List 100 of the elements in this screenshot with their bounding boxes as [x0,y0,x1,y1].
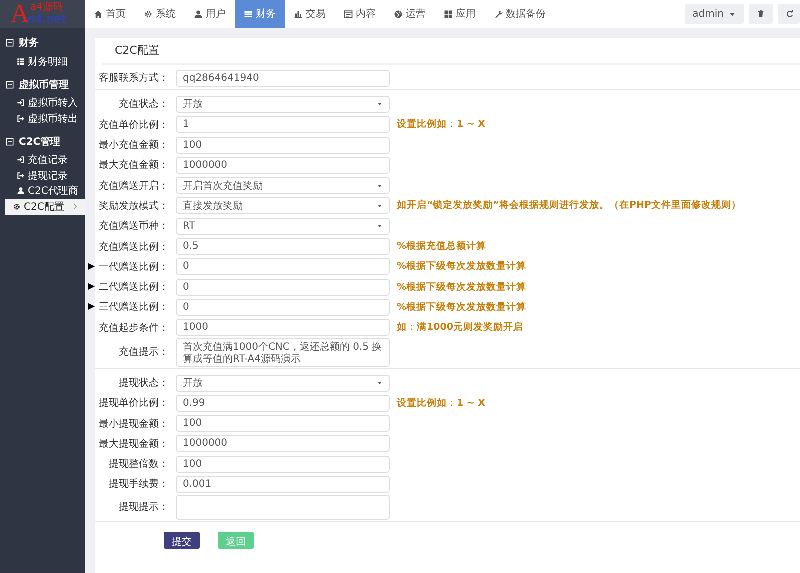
nav-tab[interactable]: 用户 [185,0,235,28]
input-field[interactable]: 0 [176,258,390,276]
input-field[interactable]: 0.99 [176,394,390,412]
caret-icon [377,101,383,108]
field-label: 客服联系方式： [99,72,169,86]
sidebar-item[interactable]: 财务明细 [0,54,85,70]
user-icon [17,187,25,196]
sign-out-icon [17,172,25,180]
input-field[interactable]: 1000000 [176,435,390,452]
input-field[interactable]: 1 [176,116,390,134]
input-field[interactable]: 100 [176,456,390,473]
field-label: 最小充值金额： [99,138,169,152]
nav-tab[interactable]: 应用 [435,0,485,28]
user-menu-button[interactable]: admin [684,4,744,24]
nav-tab[interactable]: 内容 [335,0,385,28]
field-label: 提现整倍数： [109,458,169,472]
select-field[interactable]: RT [176,218,390,235]
textarea-field[interactable] [176,494,390,520]
expand-marker[interactable]: ▶ [88,282,95,292]
input-field[interactable]: 1000000 [176,156,390,174]
caret-icon [377,380,383,386]
field-label: 最大提现金额： [99,438,169,451]
logo-text: a4源码 [30,3,64,13]
field-hint: 如：满1000元则发奖励开启 [397,321,524,334]
sign-in-icon [17,156,25,164]
nav-tab[interactable]: 运营 [385,0,435,28]
sidebar-item[interactable]: C2C配置 [5,199,85,214]
field-label: 奖励发放模式： [99,200,169,213]
logo-domain: n4.net [28,13,66,25]
select-field[interactable]: 开放 [176,96,390,113]
caret-icon [377,202,383,209]
clear-cache-button[interactable] [749,4,773,24]
nav-tab[interactable]: 系统 [135,0,185,28]
wrench-icon [494,10,503,18]
sidebar-item[interactable]: 虚拟币转入 [0,96,85,111]
window-icon [344,10,353,18]
field-label: 充值赠送开启： [99,180,169,193]
sidebar-item[interactable]: 虚拟币转出 [0,111,85,126]
gear-icon [144,10,153,18]
house-icon [94,10,103,18]
nav-tab[interactable]: 首页 [85,0,135,28]
expand-marker[interactable]: ▶ [88,262,95,272]
chevron-icon [72,203,79,210]
trash-icon [757,10,765,18]
refresh-icon [786,10,794,18]
sidebar-item[interactable]: 提现记录 [0,168,85,184]
caret-icon [729,10,736,18]
input-field[interactable]: 0.5 [176,238,390,256]
user-icon [194,10,203,18]
field-label: 提现单价比例： [99,396,169,410]
collapse-icon [6,39,14,47]
field-label: 最大充值金额： [99,158,169,172]
sidebar-group[interactable]: 虚拟币管理 [0,74,85,96]
field-label: 充值状态： [119,98,169,112]
input-field[interactable]: 0.001 [176,476,390,493]
field-hint: 如开启“锁定发放奖励”将会根据规则进行发放。（在PHP文件里面修改规则） [397,199,742,212]
gear-icon [13,202,21,211]
select-field[interactable]: 开启首次充值奖励 [176,177,390,194]
card-title: C2C配置 [102,43,800,65]
field-label: 三代赠送比例： [99,300,169,314]
collapse-icon [6,80,14,88]
sidebar-item[interactable]: 充值记录 [0,152,85,168]
logo-letter: A [10,1,30,27]
input-field[interactable]: 100 [176,136,390,154]
input-field[interactable]: 0 [176,298,390,316]
expand-marker[interactable]: ▶ [88,302,95,312]
field-label: 充值提示： [119,346,169,360]
field-label: 提现提示： [119,501,169,514]
submit-button[interactable]: 提交 [164,532,200,549]
input-field[interactable]: 100 [176,415,390,432]
field-hint: %根据下级每次发放数量计算 [397,300,528,314]
refresh-button[interactable] [778,4,800,24]
caret-icon [377,223,383,230]
sign-in-icon [17,99,25,108]
sidebar-group[interactable]: C2C管理 [0,130,85,152]
nav-tab[interactable]: 交易 [285,0,335,28]
select-field[interactable]: 开放 [176,374,390,392]
field-label: 一代赠送比例： [99,260,169,274]
field-hint: 设置比例如：1 ~ X [397,396,487,410]
field-hint: %根据充值总额计算 [397,240,488,254]
field-label: 提现状态： [119,376,169,390]
input-field[interactable]: 0 [176,278,390,296]
field-hint: %根据下级每次发放数量计算 [397,260,528,274]
input-field[interactable]: qq2864641940 [176,70,390,87]
input-field[interactable]: 1000 [176,319,390,336]
caret-icon [377,182,383,189]
field-label: 充值起步条件： [99,322,169,335]
field-label: 充值赠送币种： [99,220,169,234]
field-label: 充值单价比例： [99,118,169,132]
sign-out-icon [17,114,25,123]
field-hint: %根据下级每次发放数量计算 [397,280,528,294]
sidebar-group[interactable]: 财务 [0,32,85,54]
bar-chart-icon [294,10,303,18]
field-label: 充值赠送比例： [99,240,169,254]
textarea-field[interactable]: 首次充值满1000个CNC，返还总额的 0.5 换算成等值的RT-A4源码演示 [176,338,390,367]
field-label: 最小提现金额： [99,418,169,431]
field-hint: 设置比例如：1 ~ X [397,118,487,132]
sidebar-item[interactable]: C2C代理商 [0,184,85,199]
select-field[interactable]: 直接发放奖励 [176,197,390,214]
nav-tab[interactable]: 数据备份 [485,0,555,28]
